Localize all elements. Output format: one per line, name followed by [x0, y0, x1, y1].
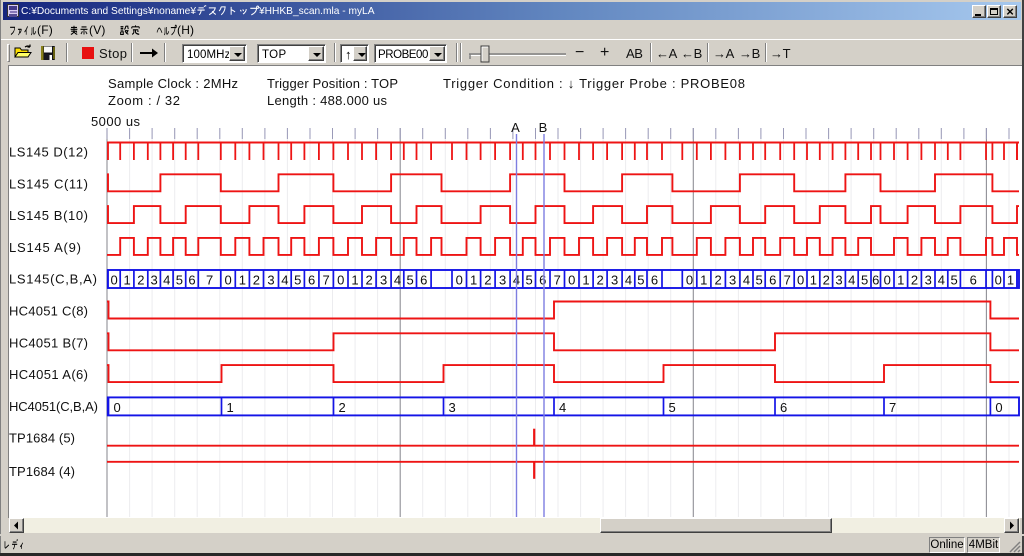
svg-text:0: 0	[110, 273, 117, 288]
svg-text:6: 6	[769, 273, 776, 288]
svg-text:4: 4	[743, 273, 750, 288]
svg-text:7: 7	[784, 273, 791, 288]
svg-text:1: 1	[227, 400, 234, 415]
svg-text:4: 4	[281, 273, 288, 288]
svg-text:Length : 488.000 us: Length : 488.000 us	[267, 93, 388, 108]
svg-text:1: 1	[582, 273, 589, 288]
svg-text:LS145 C(11): LS145 C(11)	[9, 176, 88, 191]
svg-text:2: 2	[339, 400, 346, 415]
svg-text:0: 0	[995, 273, 1002, 288]
svg-text:2: 2	[137, 273, 144, 288]
svg-text:Sample Clock : 2MHz: Sample Clock : 2MHz	[108, 76, 238, 91]
svg-text:4: 4	[938, 273, 945, 288]
svg-text:0: 0	[995, 400, 1002, 415]
svg-text:TP1684 (4): TP1684 (4)	[9, 464, 75, 479]
svg-text:3: 3	[499, 273, 506, 288]
svg-text:0: 0	[456, 273, 463, 288]
svg-text:LS145 D(12): LS145 D(12)	[9, 145, 88, 160]
svg-text:0: 0	[114, 400, 121, 415]
svg-text:6: 6	[970, 273, 977, 288]
svg-text:LS145 B(10): LS145 B(10)	[9, 208, 88, 223]
svg-text:5: 5	[755, 273, 762, 288]
svg-text:Trigger Position : TOP: Trigger Position : TOP	[267, 76, 398, 91]
svg-text:1: 1	[351, 273, 358, 288]
svg-text:3: 3	[380, 273, 387, 288]
svg-text:0: 0	[797, 273, 804, 288]
svg-text:4: 4	[559, 400, 566, 415]
svg-text:6: 6	[872, 273, 879, 288]
svg-text:2: 2	[596, 273, 603, 288]
svg-text:5: 5	[861, 273, 868, 288]
svg-text:6: 6	[780, 400, 787, 415]
svg-text:Trigger Condition : ↓ Trigger: Trigger Condition : ↓ Trigger Probe : PR…	[443, 76, 745, 91]
svg-text:5: 5	[637, 273, 644, 288]
svg-text:7: 7	[206, 273, 213, 288]
svg-text:0: 0	[568, 273, 575, 288]
svg-text:4: 4	[394, 273, 401, 288]
svg-text:7: 7	[554, 273, 561, 288]
svg-text:B: B	[539, 120, 548, 135]
svg-text:0: 0	[224, 273, 231, 288]
svg-text:3: 3	[925, 273, 932, 288]
svg-text:HC4051 B(7): HC4051 B(7)	[9, 335, 88, 350]
svg-text:6: 6	[651, 273, 658, 288]
svg-text:0: 0	[686, 273, 693, 288]
svg-text:7: 7	[322, 273, 329, 288]
svg-text:2: 2	[714, 273, 721, 288]
svg-text:2: 2	[484, 273, 491, 288]
svg-text:4: 4	[625, 273, 632, 288]
svg-text:1: 1	[897, 273, 904, 288]
svg-text:LS145 A(9): LS145 A(9)	[9, 240, 81, 255]
svg-text:6: 6	[420, 273, 427, 288]
svg-text:5: 5	[176, 273, 183, 288]
svg-text:0: 0	[884, 273, 891, 288]
svg-text:3: 3	[835, 273, 842, 288]
svg-text:7: 7	[889, 400, 896, 415]
svg-text:1: 1	[810, 273, 817, 288]
svg-text:5: 5	[406, 273, 413, 288]
svg-text:3: 3	[267, 273, 274, 288]
svg-text:Zoom : / 32: Zoom : / 32	[108, 93, 180, 108]
svg-text:3: 3	[150, 273, 157, 288]
svg-text:2: 2	[911, 273, 918, 288]
svg-text:3: 3	[611, 273, 618, 288]
svg-text:5: 5	[950, 273, 957, 288]
svg-text:1: 1	[239, 273, 246, 288]
svg-text:3: 3	[729, 273, 736, 288]
svg-text:5: 5	[294, 273, 301, 288]
svg-text:3: 3	[449, 400, 456, 415]
svg-text:6: 6	[188, 273, 195, 288]
svg-text:1: 1	[470, 273, 477, 288]
svg-text:1: 1	[700, 273, 707, 288]
svg-text:4: 4	[163, 273, 170, 288]
svg-text:1: 1	[123, 273, 130, 288]
svg-text:2: 2	[823, 273, 830, 288]
svg-text:6: 6	[308, 273, 315, 288]
svg-text:6: 6	[539, 273, 546, 288]
svg-text:5: 5	[525, 273, 532, 288]
svg-text:HC4051(C,B,A): HC4051(C,B,A)	[9, 399, 98, 414]
svg-text:HC4051 C(8): HC4051 C(8)	[9, 304, 88, 319]
svg-text:A: A	[511, 120, 520, 135]
svg-text:1: 1	[1007, 273, 1014, 288]
svg-text:5000 us: 5000 us	[91, 114, 141, 129]
svg-text:0: 0	[337, 273, 344, 288]
svg-text:HC4051 A(6): HC4051 A(6)	[9, 367, 88, 382]
svg-text:2: 2	[253, 273, 260, 288]
svg-text:5: 5	[669, 400, 676, 415]
svg-text:2: 2	[365, 273, 372, 288]
svg-text:LS145(C,B,A): LS145(C,B,A)	[9, 272, 97, 287]
svg-text:TP1684 (5): TP1684 (5)	[9, 431, 75, 446]
svg-text:4: 4	[848, 273, 855, 288]
